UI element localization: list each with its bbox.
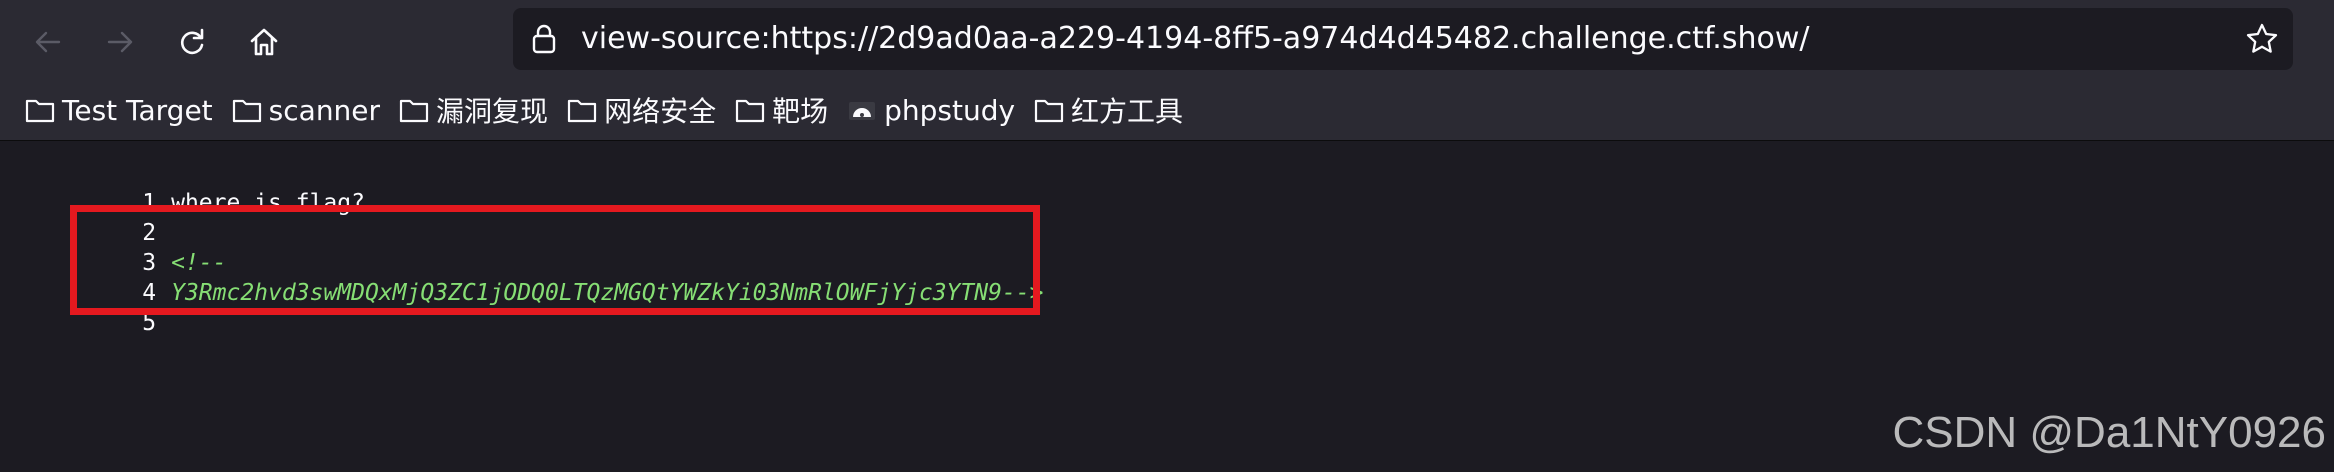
bookmark-label: phpstudy: [884, 93, 1016, 127]
home-button[interactable]: [240, 18, 288, 66]
bookmark-folder-range[interactable]: 靶场: [734, 90, 828, 130]
forward-button[interactable]: [96, 18, 144, 66]
folder-icon: [566, 96, 598, 124]
bookmark-folder-scanner[interactable]: scanner: [231, 94, 380, 127]
reload-button[interactable]: [168, 18, 216, 66]
browser-toolbar: view-source:https://2d9ad0aa-a229-4194-8…: [0, 0, 2334, 141]
address-bar[interactable]: view-source:https://2d9ad0aa-a229-4194-8…: [513, 8, 2293, 70]
bookmark-folder-test-target[interactable]: Test Target: [24, 94, 213, 127]
bookmark-phpstudy[interactable]: phpstudy: [846, 94, 1015, 127]
view-source-content: 1 where is flag? 2 3 <!-- 4 Y3Rmc2hvd3swMDQ…: [0, 141, 2334, 472]
bookmarks-toolbar: Test Target scanner 漏洞复现 网络安全 靶场 phpstud…: [24, 90, 1201, 130]
arrow-left-icon: [35, 31, 61, 53]
bookmark-label: scanner: [268, 93, 381, 127]
bookmark-label: 红方工具: [1071, 95, 1184, 128]
source-line: 1 where is flag?: [0, 158, 365, 216]
bookmark-folder-red-team-tools[interactable]: 红方工具: [1033, 90, 1183, 130]
browser-window: view-source:https://2d9ad0aa-a229-4194-8…: [0, 0, 2334, 472]
folder-icon: [231, 96, 263, 124]
star-icon[interactable]: [2245, 22, 2279, 60]
url-text[interactable]: view-source:https://2d9ad0aa-a229-4194-8…: [581, 8, 1809, 70]
back-button[interactable]: [24, 18, 72, 66]
reload-icon: [181, 28, 204, 55]
folder-icon: [734, 96, 766, 124]
site-favicon-icon: [846, 96, 878, 124]
arrow-right-icon: [107, 31, 133, 53]
bookmark-folder-vuln-repro[interactable]: 漏洞复现: [398, 90, 548, 130]
bookmark-label: 漏洞复现: [436, 95, 549, 128]
bookmark-folder-network-security[interactable]: 网络安全: [566, 90, 716, 130]
bookmark-label: Test Target: [62, 93, 213, 127]
lock-icon[interactable]: [531, 23, 557, 59]
csdn-watermark: CSDN @Da1NtY0926: [1892, 408, 2326, 457]
bookmark-label: 网络安全: [604, 95, 717, 128]
folder-icon: [24, 96, 56, 124]
folder-icon: [398, 96, 430, 124]
folder-icon: [1033, 96, 1065, 124]
red-highlight-box: [70, 205, 1040, 315]
home-icon: [250, 28, 278, 56]
bookmark-label: 靶场: [772, 95, 829, 128]
